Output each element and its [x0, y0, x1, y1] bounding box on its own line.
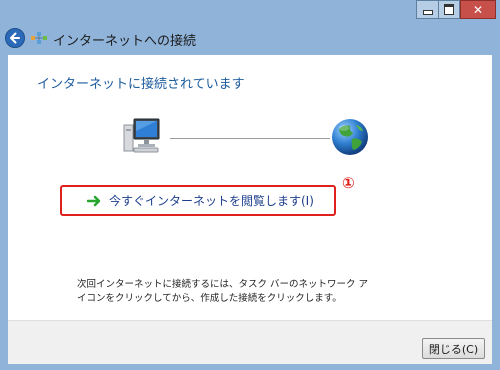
globe-icon	[332, 119, 368, 155]
footer-bar: 閉じる(C)	[8, 320, 492, 364]
connect-wizard-window: ✕ インターネットへの接続 インターネットに接続されています 今すぐインターネッ…	[0, 0, 500, 370]
browse-internet-link[interactable]: 今すぐインターネットを閲覧します(I)	[60, 185, 336, 216]
title-bar: ✕	[0, 0, 500, 30]
instruction-text: 次回インターネットに接続するには、タスク バーのネットワーク アイコンをクリック…	[77, 279, 369, 304]
maximize-icon	[444, 4, 454, 15]
minimize-icon	[422, 10, 433, 15]
close-icon: ✕	[472, 2, 484, 17]
back-button[interactable]	[5, 28, 25, 48]
green-arrow-icon	[87, 195, 101, 206]
annotation-marker: ①	[342, 174, 355, 192]
minimize-button[interactable]	[416, 0, 438, 19]
close-button[interactable]: 閉じる(C)	[422, 338, 485, 359]
close-window-button[interactable]: ✕	[460, 0, 496, 19]
connection-line	[170, 138, 330, 139]
back-arrow-icon	[10, 32, 20, 44]
browse-internet-label: 今すぐインターネットを閲覧します(I)	[109, 194, 314, 208]
computer-icon	[123, 118, 160, 153]
content-panel: インターネットに接続されています 今すぐインターネットを閲覧します(I) ① 次…	[8, 55, 492, 320]
network-connection-icon	[31, 32, 47, 44]
window-title: インターネットへの接続	[53, 34, 197, 49]
maximize-button[interactable]	[438, 0, 460, 19]
page-heading: インターネットに接続されています	[37, 77, 245, 92]
